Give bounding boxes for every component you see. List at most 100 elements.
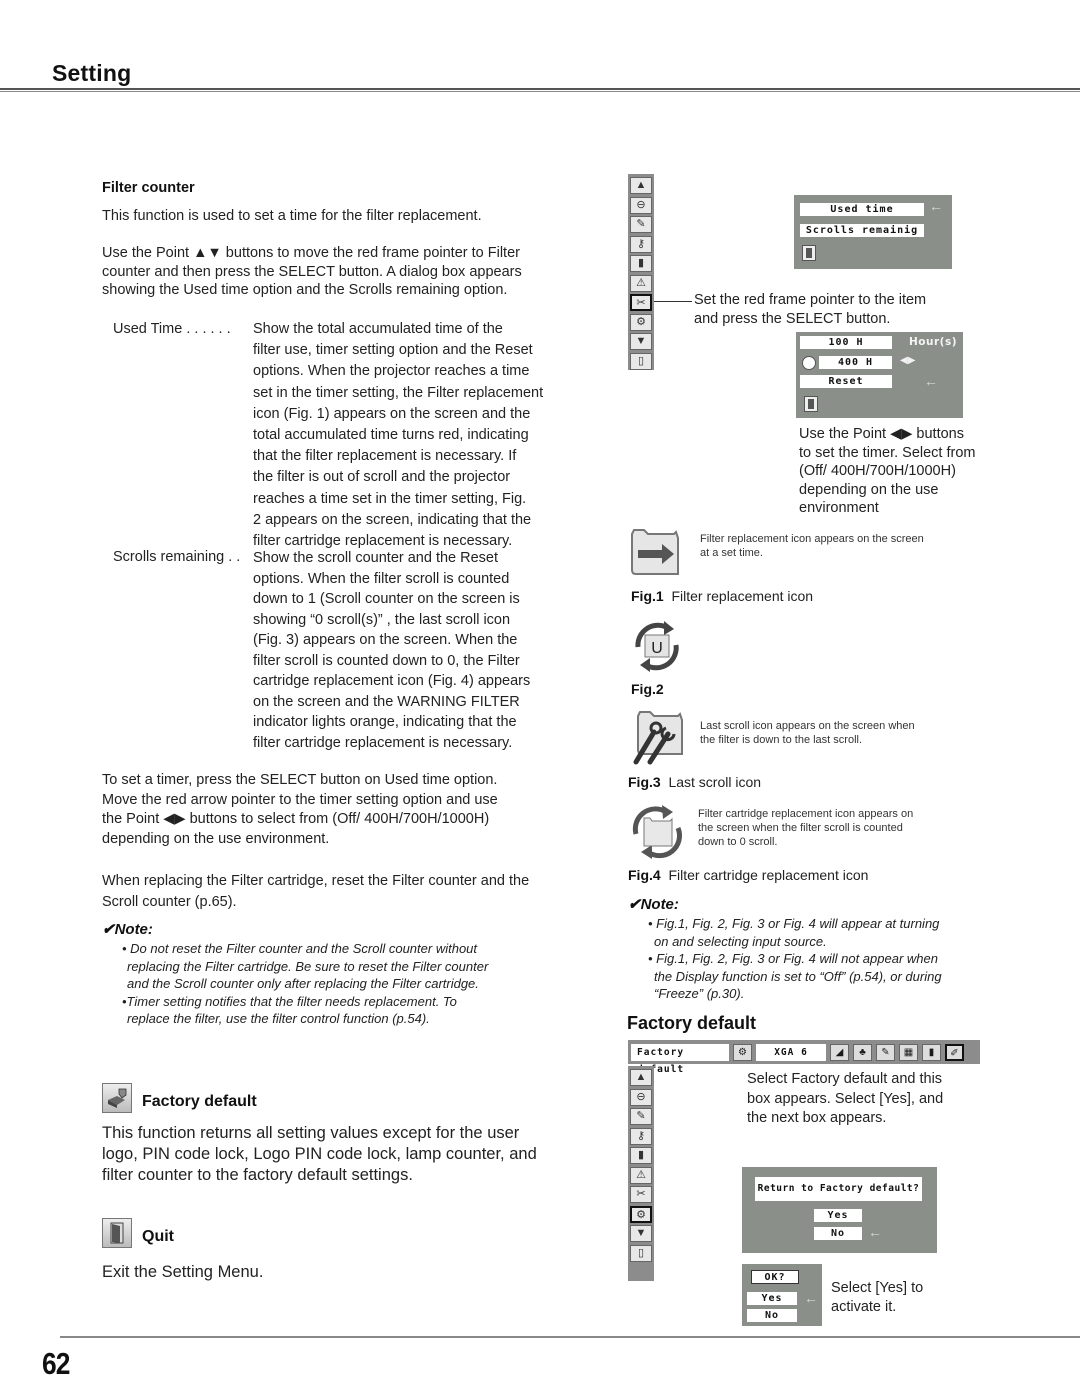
logo-icon[interactable]: ✎ <box>630 216 652 233</box>
image-select-icon[interactable]: ◢ <box>830 1043 849 1061</box>
text-line: indicator lights orange, indicating that… <box>253 714 517 730</box>
text-line: showing “0 scroll(s)” , the last scroll … <box>253 611 511 628</box>
text-line: the Display function is set to “Off” (p.… <box>654 968 942 984</box>
timer-setting-value[interactable]: 400 H <box>819 356 892 369</box>
scrolls-remaining-term: Scrolls remaining . . <box>113 549 241 565</box>
text-line: (Fig. 3) appears on the screen. When the <box>253 632 518 648</box>
used-time-description: Show the total accumulated time of the f… <box>253 319 583 552</box>
sound-icon[interactable]: ▮ <box>922 1043 941 1061</box>
input-icon[interactable]: ⊖ <box>630 196 652 214</box>
callout-select-item: Set the red frame pointer to the item an… <box>694 291 926 328</box>
fig1-description: Filter replacement icon appears on the s… <box>700 532 924 560</box>
factory-side-menu: ▲ ⊖ ✎ ⚷ ▮ ⚠ ✂ ⚙ ▼ ▯ <box>628 1066 654 1281</box>
quit-door-icon[interactable]: ▯ <box>630 352 652 370</box>
quit-heading: Quit <box>142 1228 174 1245</box>
logo-icon[interactable]: ✎ <box>630 1108 652 1125</box>
text-line: at a set time. <box>700 547 763 559</box>
filter-counter-icon[interactable]: ✂ <box>630 294 652 311</box>
key-icon[interactable]: ⚷ <box>630 235 652 253</box>
osd-menu-bar: Factory default ⚙ XGA 6 ◢ ♣ ✎ ▦ ▮ ✐ <box>628 1040 980 1075</box>
image-adjust-icon[interactable]: ♣ <box>853 1043 872 1061</box>
text-line: on the screen and the WARNING FILTER <box>253 693 520 710</box>
text-line: down to 0 scroll. <box>698 836 778 848</box>
screen-icon[interactable]: ✎ <box>876 1043 895 1061</box>
yes-button[interactable]: Yes <box>814 1209 862 1222</box>
fig-label: Filter replacement icon <box>671 588 814 604</box>
pointer-arrow-icon: ← <box>924 373 938 389</box>
text-line: activate it. <box>831 1298 897 1315</box>
factory-default-icon[interactable]: ⚙ <box>630 313 652 331</box>
filter-counter-icon[interactable]: ✂ <box>630 1186 652 1203</box>
text-line: environment <box>799 500 879 516</box>
note-heading: ✔Note: <box>102 921 153 938</box>
quit-door-icon[interactable] <box>802 245 816 266</box>
setting-icon[interactable]: ✐ <box>945 1043 964 1061</box>
input-icon[interactable]: ⊖ <box>630 1088 652 1106</box>
text-line: logo, PIN code lock, Logo PIN code lock,… <box>102 1145 537 1163</box>
header-rule <box>0 88 1080 92</box>
text-line: 2 appears on the screen, indicating that… <box>253 511 532 528</box>
reset-option[interactable]: Reset <box>800 375 892 388</box>
hours-unit-label: Hour(s) <box>909 336 958 348</box>
text-line: on and selecting input source. <box>654 933 827 949</box>
scrolls-remaining-option[interactable]: Scrolls remainig <box>800 224 924 237</box>
display-icon[interactable]: ▮ <box>630 1147 652 1164</box>
pointer-arrow-icon: ← <box>929 198 943 214</box>
text-line: To set a timer, press the SELECT button … <box>102 772 498 788</box>
note-item: • Do not reset the Filter counter and th… <box>122 940 488 1028</box>
text-line: the Point ◀▶ buttons to select from (Off… <box>102 811 490 827</box>
pointer-arrow-icon: ← <box>804 1290 818 1306</box>
down-arrow-icon[interactable]: ▼ <box>630 1225 652 1242</box>
pc-adjust-icon[interactable]: ▦ <box>899 1043 918 1061</box>
up-arrow-icon[interactable]: ▲ <box>630 1069 652 1086</box>
warning-icon[interactable]: ⚠ <box>630 274 652 292</box>
text-line: This function returns all setting values… <box>102 1124 520 1142</box>
text-line: Use the Point ▲▼ buttons to move the red… <box>102 245 520 261</box>
text-line: showing the Used time option and the Scr… <box>102 282 508 298</box>
callout-factory-default: Select Factory default and this box appe… <box>747 1070 943 1129</box>
text-line: “Freeze” (p.30). <box>654 986 745 1001</box>
text-line: • Do not reset the Filter counter and th… <box>122 941 478 956</box>
text-line: replacing the Filter cartridge. Be sure … <box>127 958 489 974</box>
text-line: the filter is down to the last scroll. <box>700 734 863 746</box>
filter-cartridge-icon <box>628 802 686 860</box>
text-line: set in the timer setting, the Filter rep… <box>253 384 544 401</box>
left-right-arrows-icon[interactable]: ◀▶ <box>900 355 915 366</box>
fig1-caption: Fig.1 Filter replacement icon <box>631 588 813 604</box>
factory-default-icon[interactable]: ⚙ <box>630 1205 652 1223</box>
fig2-caption: Fig.2 <box>631 681 664 697</box>
down-arrow-icon[interactable]: ▼ <box>630 333 652 350</box>
computer-adjust-icon[interactable]: ⚙ <box>733 1043 752 1061</box>
display-icon[interactable]: ▮ <box>630 255 652 272</box>
filter-replacement-icon <box>626 524 684 582</box>
page-number: 62 <box>42 1346 70 1381</box>
fig-label: Last scroll icon <box>668 774 762 790</box>
quit-description: Exit the Setting Menu. <box>102 1263 264 1281</box>
text-line: and press the SELECT button. <box>694 310 891 327</box>
text-line: to set the timer. Select from <box>799 444 976 461</box>
text-line: the next box appears. <box>747 1110 887 1126</box>
text-line: Set the red frame pointer to the item <box>694 292 927 308</box>
fig3-description: Last scroll icon appears on the screen w… <box>700 719 915 747</box>
text-line: box appears. Select [Yes], and <box>747 1090 944 1107</box>
note-item: • Fig.1, Fig. 2, Fig. 3 or Fig. 4 will a… <box>648 915 1003 1003</box>
ok-no-button[interactable]: No <box>747 1309 797 1322</box>
scrolls-remaining-description: Show the scroll counter and the Reset op… <box>253 548 583 753</box>
filter-counter-intro: This function is used to set a time for … <box>102 208 482 224</box>
fig4-description: Filter cartridge replacement icon appear… <box>698 807 913 849</box>
text-line: Select Factory default and this <box>747 1071 943 1087</box>
up-arrow-icon[interactable]: ▲ <box>630 177 652 194</box>
filter-counter-para1: Use the Point ▲▼ buttons to move the red… <box>102 244 522 300</box>
key-icon[interactable]: ⚷ <box>630 1127 652 1145</box>
text-line: •Timer setting notifies that the filter … <box>122 993 457 1009</box>
text-line: depending on the use environment. <box>102 830 330 847</box>
warning-icon[interactable]: ⚠ <box>630 1166 652 1184</box>
ok-yes-button[interactable]: Yes <box>747 1292 797 1305</box>
used-time-term: Used Time . . . . . . <box>113 321 231 337</box>
used-time-option[interactable]: Used time <box>800 203 924 216</box>
no-button[interactable]: No <box>814 1227 862 1240</box>
confirm-question: Return to Factory default? <box>755 1177 922 1201</box>
quit-door-icon[interactable] <box>804 396 818 417</box>
text-line: (Off/ 400H/700H/1000H) <box>799 463 956 479</box>
quit-door-icon[interactable]: ▯ <box>630 1244 652 1262</box>
